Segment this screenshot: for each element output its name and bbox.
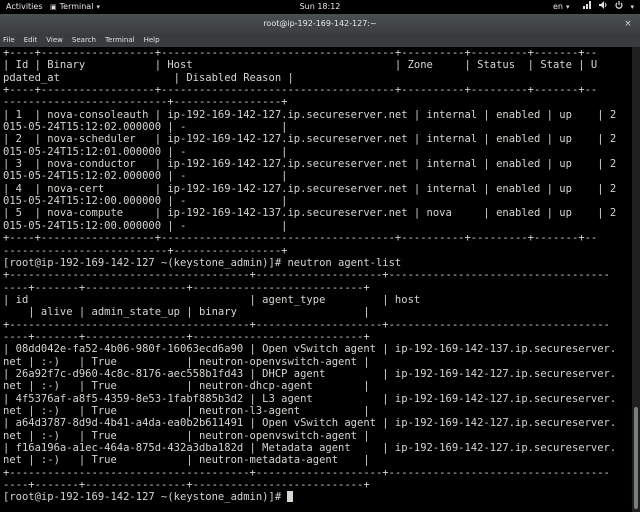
- terminal-line: | 4f5376af-a8f5-4359-8e53-1fabf885b3d2 |…: [3, 392, 617, 405]
- terminal-line: +----+------------------+---------------…: [3, 84, 598, 97]
- terminal-line: | id | agent_type | host: [3, 293, 421, 306]
- app-menu[interactable]: ▣ Terminal ▾: [50, 0, 100, 14]
- terminal-line: net | :-) | True | neutron-openvswitch-a…: [3, 355, 370, 368]
- terminal-line: pdated_at | Disabled Reason |: [3, 71, 294, 84]
- volume-icon: [599, 0, 608, 14]
- terminal-app-icon: ▣: [50, 3, 57, 11]
- terminal-line: | 26a92f7c-d960-4c8c-8176-aec558b1fd43 |…: [3, 367, 617, 380]
- terminal-line: net | :-) | True | neutron-metadata-agen…: [3, 454, 370, 467]
- terminal-line: | f16a196a-a1ec-464a-875d-432a3dba182d |…: [3, 442, 617, 454]
- power-icon: [615, 0, 624, 14]
- menu-search[interactable]: Search: [72, 34, 96, 47]
- terminal-line: | 5 | nova-compute | ip-192-169-142-137.…: [3, 207, 617, 220]
- terminal-line: --------------------------+-------------…: [3, 96, 288, 109]
- language-label: en: [553, 2, 563, 11]
- menu-file[interactable]: File: [3, 34, 15, 47]
- language-indicator[interactable]: en ▾: [553, 0, 570, 14]
- terminal-line: | 1 | nova-consoleauth | ip-192-169-142-…: [3, 108, 617, 121]
- terminal-line: | 4 | nova-cert | ip-192-169-142-127.ip.…: [3, 182, 617, 195]
- clock[interactable]: Sun 18:12: [300, 2, 341, 11]
- menu-help[interactable]: Help: [144, 34, 160, 47]
- scrollbar-thumb[interactable]: [634, 407, 638, 509]
- terminal-line: 015-05-24T15:12:01.000000 | - |: [3, 145, 288, 158]
- terminal-line: +----+------------------+---------------…: [3, 232, 598, 245]
- terminal-output[interactable]: +----+------------------+---------------…: [0, 47, 632, 512]
- menu-view[interactable]: View: [46, 34, 63, 47]
- terminal-line: net | :-) | True | neutron-dhcp-agent |: [3, 380, 370, 393]
- network-icon: [583, 0, 592, 14]
- app-menu-label: Terminal: [59, 2, 94, 11]
- terminal-line: ----+-------+----------------+----------…: [3, 281, 370, 294]
- terminal-line: 015-05-24T15:12:02.000000 | - |: [3, 170, 288, 183]
- top-bar: Activities ▣ Terminal ▾ Sun 18:12 en ▾ ▾: [0, 0, 640, 14]
- terminal-line: 015-05-24T15:12:00.000000 | - |: [3, 219, 288, 232]
- terminal-line: ----+-------+----------------+----------…: [3, 330, 370, 343]
- terminal-scrollbar[interactable]: [632, 47, 640, 512]
- chevron-down-icon: ▾: [566, 3, 570, 11]
- terminal-line: net | :-) | True | neutron-openvswitch-a…: [3, 429, 370, 442]
- menu-bar: File Edit View Search Terminal Help: [0, 34, 640, 47]
- terminal-line: | Id | Binary | Host | Zone | Status | S…: [3, 59, 598, 72]
- close-icon[interactable]: ×: [622, 18, 634, 30]
- window-titlebar[interactable]: root@ip-192-169-142-127:~ ×: [0, 14, 640, 35]
- text-cursor: [287, 491, 294, 503]
- activities-button[interactable]: Activities: [6, 0, 43, 14]
- menu-edit[interactable]: Edit: [24, 34, 38, 47]
- terminal-line: +--------------------------------------+…: [3, 318, 610, 331]
- terminal-line: +----+------------------+---------------…: [3, 47, 598, 59]
- terminal-line: | alive | admin_state_up | binary |: [28, 306, 370, 319]
- terminal-line: | a64d3787-8d9d-4b41-a4da-ea0b2b611491 |…: [3, 417, 617, 430]
- terminal-line: 015-05-24T15:12:02.000000 | - |: [3, 121, 288, 134]
- status-area[interactable]: ▾: [583, 0, 634, 14]
- terminal-lines: +----+------------------+---------------…: [3, 47, 616, 491]
- chevron-down-icon: ▾: [630, 3, 634, 11]
- terminal-line: +--------------------------------------+…: [3, 466, 610, 479]
- terminal-text: +----+------------------+---------------…: [0, 47, 632, 504]
- terminal-line: ----+-------+----------------+----------…: [3, 479, 370, 492]
- terminal-line: | 08dd042e-fa52-4b06-980f-16063ecd6a90 |…: [3, 343, 617, 356]
- terminal-line: --------------------------+-------------…: [3, 244, 288, 257]
- terminal-line: +--------------------------------------+…: [3, 269, 610, 282]
- terminal-line: 015-05-24T15:12:00.000000 | - |: [3, 195, 288, 208]
- menu-terminal[interactable]: Terminal: [105, 34, 135, 47]
- terminal-line: | 2 | nova-scheduler | ip-192-169-142-12…: [3, 133, 617, 146]
- window-title: root@ip-192-169-142-127:~: [263, 19, 377, 28]
- terminal-line: | 3 | nova-conductor | ip-192-169-142-12…: [3, 158, 617, 171]
- terminal-line: net | :-) | True | neutron-l3-agent |: [3, 404, 370, 417]
- terminal-line: [root@ip-192-169-142-127 ~(keystone_admi…: [3, 256, 402, 269]
- shell-prompt: [root@ip-192-169-142-127 ~(keystone_admi…: [3, 491, 288, 504]
- chevron-down-icon: ▾: [96, 3, 100, 11]
